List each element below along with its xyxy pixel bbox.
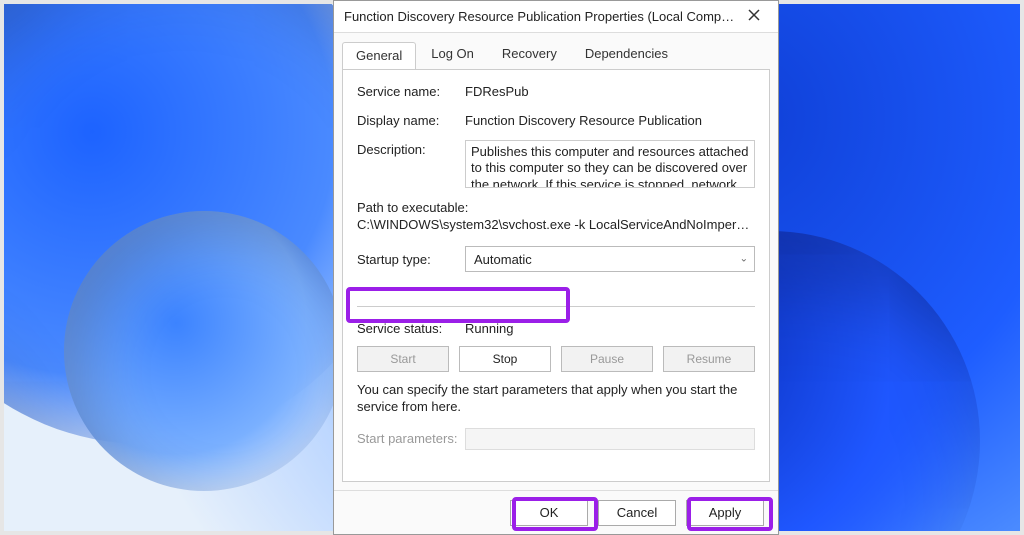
- resume-button: Resume: [663, 346, 755, 372]
- row-display-name: Display name: Function Discovery Resourc…: [357, 111, 755, 128]
- value-path: C:\WINDOWS\system32\svchost.exe -k Local…: [357, 217, 755, 232]
- tab-panel-general: Service name: FDResPub Display name: Fun…: [342, 69, 770, 482]
- value-service-name: FDResPub: [465, 82, 755, 99]
- tab-recovery[interactable]: Recovery: [489, 41, 570, 69]
- window-title: Function Discovery Resource Publication …: [344, 9, 736, 24]
- decorative-petal: [64, 211, 344, 491]
- textarea-description[interactable]: Publishes this computer and resources at…: [465, 140, 755, 188]
- row-service-status: Service status: Running: [357, 321, 755, 336]
- start-button: Start: [357, 346, 449, 372]
- label-start-parameters: Start parameters:: [357, 431, 465, 446]
- hint-text: You can specify the start parameters tha…: [357, 382, 755, 416]
- label-display-name: Display name:: [357, 111, 465, 128]
- cancel-button[interactable]: Cancel: [598, 500, 676, 526]
- apply-button[interactable]: Apply: [686, 500, 764, 526]
- select-startup-type[interactable]: Automatic ⌄: [465, 246, 755, 272]
- tab-log-on[interactable]: Log On: [418, 41, 487, 69]
- tab-dependencies[interactable]: Dependencies: [572, 41, 681, 69]
- row-service-name: Service name: FDResPub: [357, 82, 755, 99]
- value-display-name: Function Discovery Resource Publication: [465, 111, 755, 128]
- label-startup-type: Startup type:: [357, 252, 465, 267]
- close-icon: [748, 9, 760, 24]
- label-service-status: Service status:: [357, 321, 465, 336]
- chevron-down-icon: ⌄: [740, 254, 748, 265]
- ok-button[interactable]: OK: [510, 500, 588, 526]
- label-path: Path to executable:: [357, 200, 755, 215]
- label-description: Description:: [357, 140, 465, 157]
- label-service-name: Service name:: [357, 82, 465, 99]
- stop-button[interactable]: Stop: [459, 346, 551, 372]
- value-service-status: Running: [465, 321, 513, 336]
- input-start-parameters: [465, 428, 755, 450]
- pause-button: Pause: [561, 346, 653, 372]
- dialog-footer: OK Cancel Apply: [334, 490, 778, 534]
- separator: [357, 306, 755, 307]
- tabstrip: General Log On Recovery Dependencies: [334, 33, 778, 69]
- row-startup-type: Startup type: Automatic ⌄: [357, 246, 755, 272]
- titlebar[interactable]: Function Discovery Resource Publication …: [334, 1, 778, 33]
- select-startup-value: Automatic: [474, 252, 532, 267]
- row-start-parameters: Start parameters:: [357, 428, 755, 450]
- row-path: Path to executable: C:\WINDOWS\system32\…: [357, 200, 755, 232]
- service-properties-dialog: Function Discovery Resource Publication …: [333, 0, 779, 535]
- row-description: Description: Publishes this computer and…: [357, 140, 755, 188]
- tab-general[interactable]: General: [342, 42, 416, 70]
- service-control-buttons: Start Stop Pause Resume: [357, 346, 755, 372]
- close-button[interactable]: [736, 3, 772, 31]
